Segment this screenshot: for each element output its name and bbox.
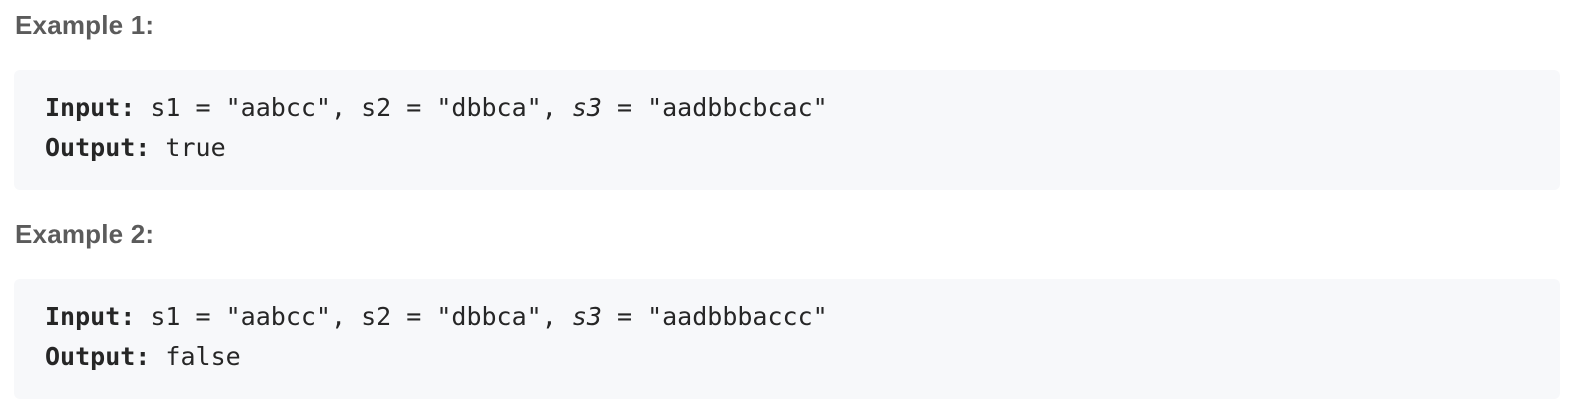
input-label: Input: bbox=[45, 93, 136, 122]
input-label: Input: bbox=[45, 302, 136, 331]
output-value: false bbox=[150, 342, 241, 371]
output-value: true bbox=[150, 133, 226, 162]
s3-value: = "aadbbbaccc" bbox=[601, 302, 828, 331]
input-values: s1 = "aabcc", s2 = "dbbca", bbox=[135, 93, 572, 122]
example-2-input-line: Input: s1 = "aabcc", s2 = "dbbca", s3 = … bbox=[45, 297, 1560, 337]
s3-variable: s3 bbox=[571, 302, 602, 331]
example-2-output-line: Output: false bbox=[45, 337, 1560, 377]
s3-value: = "aadbbcbcac" bbox=[601, 93, 828, 122]
example-2-code-block: Input: s1 = "aabcc", s2 = "dbbca", s3 = … bbox=[14, 279, 1560, 399]
example-1-input-line: Input: s1 = "aabcc", s2 = "dbbca", s3 = … bbox=[45, 88, 1560, 128]
example-2-heading: Example 2: bbox=[15, 219, 155, 249]
input-values: s1 = "aabcc", s2 = "dbbca", bbox=[135, 302, 572, 331]
example-1-output-line: Output: true bbox=[45, 128, 1560, 168]
example-1-heading: Example 1: bbox=[15, 10, 155, 40]
s3-variable: s3 bbox=[571, 93, 602, 122]
output-label: Output: bbox=[45, 342, 151, 371]
example-1-code-block: Input: s1 = "aabcc", s2 = "dbbca", s3 = … bbox=[14, 70, 1560, 190]
output-label: Output: bbox=[45, 133, 151, 162]
